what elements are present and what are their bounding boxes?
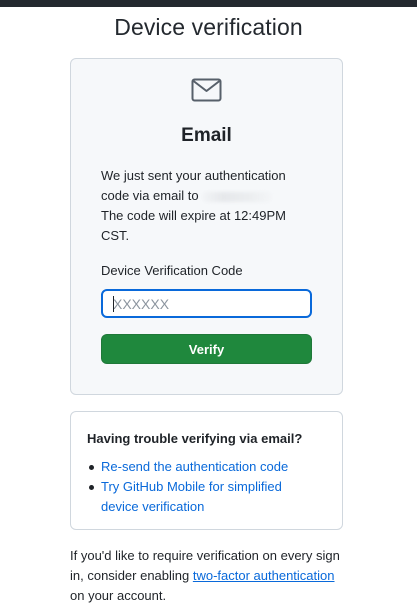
- verification-code-input[interactable]: [101, 289, 312, 318]
- masked-email: [201, 191, 272, 202]
- text-caret: [113, 296, 114, 312]
- footer-text-end: on your account.: [70, 588, 167, 603]
- help-heading: Having trouble verifying via email?: [87, 431, 303, 446]
- message-line-with-email: code via email to: [101, 186, 321, 206]
- top-bar: [0, 0, 417, 7]
- two-factor-note: If you'd like to require verification on…: [70, 546, 350, 606]
- two-factor-link[interactable]: two-factor authentication: [193, 568, 335, 583]
- message-line: CST.: [101, 228, 130, 243]
- page-title: Device verification: [114, 14, 303, 40]
- mail-icon: [191, 78, 222, 102]
- list-item: Try GitHub Mobile for simplified device …: [87, 477, 327, 517]
- verification-card: Email We just sent your authentication c…: [70, 58, 343, 395]
- verify-button[interactable]: Verify: [101, 334, 312, 364]
- message-line: The code will expire at 12:49PM: [101, 208, 286, 223]
- help-card: Having trouble verifying via email? Re-s…: [70, 411, 343, 530]
- resend-code-link[interactable]: Re-send the authentication code: [101, 459, 288, 474]
- message-line: code via email to: [101, 188, 199, 203]
- list-item: Re-send the authentication code: [87, 457, 327, 477]
- github-mobile-link[interactable]: Try GitHub Mobile for simplified device …: [101, 477, 301, 517]
- verification-message: We just sent your authentication code vi…: [101, 166, 321, 246]
- message-line: We just sent your authentication: [101, 168, 286, 183]
- card-heading: Email: [181, 125, 232, 146]
- help-links-list: Re-send the authentication code Try GitH…: [87, 457, 327, 517]
- code-field-label: Device Verification Code: [101, 263, 243, 278]
